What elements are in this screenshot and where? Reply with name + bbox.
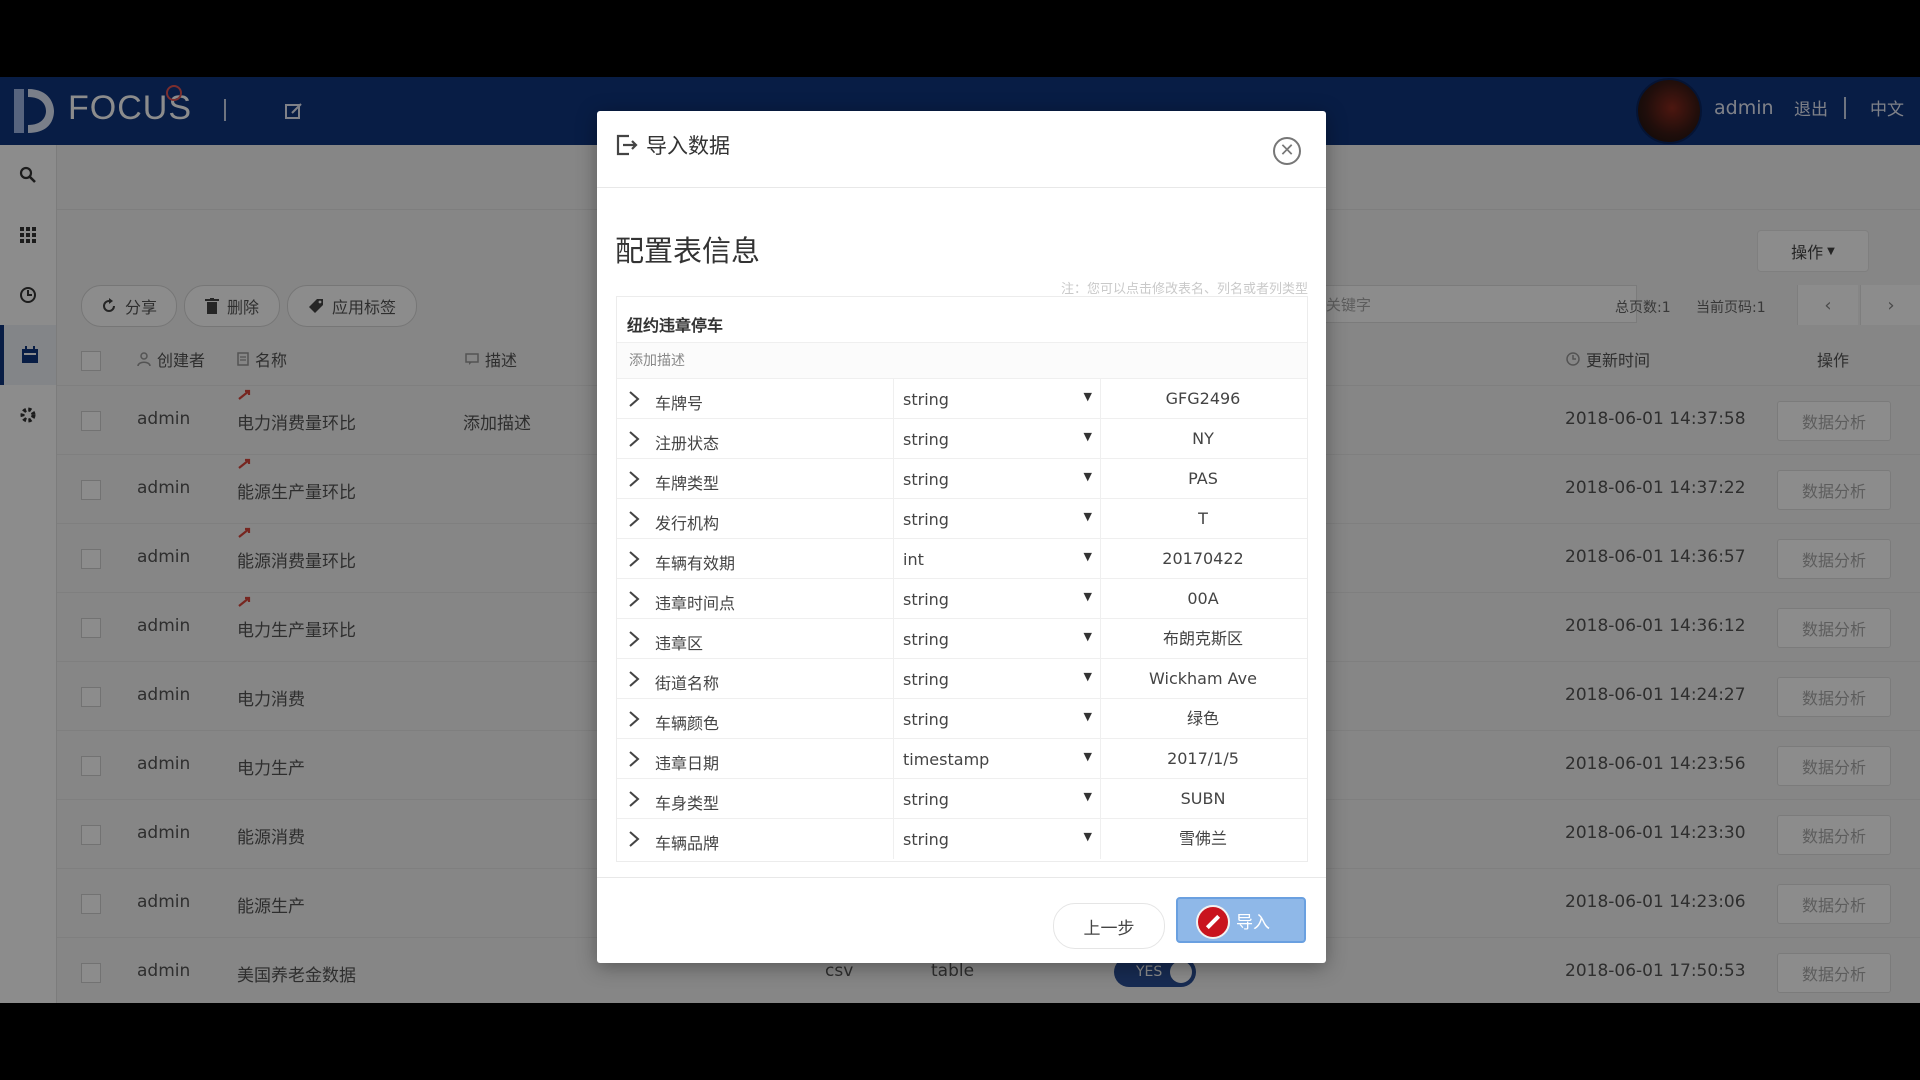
field-name[interactable]: 街道名称 <box>655 670 719 694</box>
field-type-value: string <box>903 390 949 409</box>
field-row: 车牌号 string ▼ GFG2496 <box>617 378 1307 419</box>
caret-down-icon: ▼ <box>1083 670 1092 683</box>
field-name[interactable]: 车牌类型 <box>655 470 719 494</box>
field-row: 发行机构 string ▼ T <box>617 498 1307 539</box>
edit-note: 注：您可以点击修改表名、列名或者列类型 <box>1060 282 1308 297</box>
import-data-modal: 导入数据 ✕ 配置表信息 注：您可以点击修改表名、列名或者列类型 纽约违章停车 … <box>597 111 1326 963</box>
field-sample: 20170422 <box>1162 549 1244 568</box>
chevron-right-icon[interactable] <box>625 788 643 810</box>
field-type-select[interactable]: string ▼ <box>893 499 1101 539</box>
field-row: 街道名称 string ▼ Wickham Ave <box>617 658 1307 699</box>
field-type-value: string <box>903 510 949 529</box>
chevron-right-icon[interactable] <box>625 548 643 570</box>
field-type-select[interactable]: string ▼ <box>893 459 1101 499</box>
field-name[interactable]: 车辆颜色 <box>655 710 719 734</box>
caret-down-icon: ▼ <box>1083 590 1092 603</box>
caret-down-icon: ▼ <box>1083 430 1092 443</box>
caret-down-icon: ▼ <box>1083 550 1092 563</box>
field-sample: SUBN <box>1180 789 1226 808</box>
chevron-right-icon[interactable] <box>625 708 643 730</box>
caret-down-icon: ▼ <box>1083 510 1092 523</box>
caret-down-icon: ▼ <box>1083 750 1092 763</box>
field-row: 违章日期 timestamp ▼ 2017/1/5 <box>617 738 1307 779</box>
field-name[interactable]: 车辆品牌 <box>655 830 719 854</box>
field-type-select[interactable]: string ▼ <box>893 659 1101 699</box>
chevron-right-icon[interactable] <box>625 628 643 650</box>
field-name[interactable]: 违章时间点 <box>655 590 735 614</box>
field-row: 车辆品牌 string ▼ 雪佛兰 <box>617 818 1307 859</box>
divider <box>597 877 1326 878</box>
field-row: 违章区 string ▼ 布朗克斯区 <box>617 618 1307 659</box>
field-name[interactable]: 车牌号 <box>655 390 703 414</box>
add-description-field[interactable]: 添加描述 <box>617 342 1307 378</box>
field-row: 车辆颜色 string ▼ 绿色 <box>617 698 1307 739</box>
field-type-value: string <box>903 430 949 449</box>
field-type-select[interactable]: string ▼ <box>893 779 1101 819</box>
field-row: 违章时间点 string ▼ 00A <box>617 578 1307 619</box>
field-type-value: string <box>903 710 949 729</box>
caret-down-icon: ▼ <box>1083 630 1092 643</box>
chevron-right-icon[interactable] <box>625 468 643 490</box>
caret-down-icon: ▼ <box>1083 390 1092 403</box>
field-sample: NY <box>1192 429 1214 448</box>
field-sample: 绿色 <box>1186 709 1219 728</box>
import-label: 导入 <box>1236 912 1270 933</box>
field-type-select[interactable]: string ▼ <box>893 379 1101 419</box>
caret-down-icon: ▼ <box>1083 470 1092 483</box>
field-sample: 布朗克斯区 <box>1162 629 1243 648</box>
field-type-select[interactable]: string ▼ <box>893 699 1101 739</box>
chevron-right-icon[interactable] <box>625 588 643 610</box>
section-title: 配置表信息 <box>615 234 761 268</box>
field-type-value: string <box>903 670 949 689</box>
import-button[interactable]: 导入 <box>1176 897 1306 943</box>
field-name[interactable]: 车辆有效期 <box>655 550 735 574</box>
field-type-value: string <box>903 830 949 849</box>
close-icon[interactable]: ✕ <box>1273 137 1301 165</box>
field-type-select[interactable]: int ▼ <box>893 539 1101 579</box>
chevron-right-icon[interactable] <box>625 668 643 690</box>
field-type-select[interactable]: timestamp ▼ <box>893 739 1101 779</box>
field-name[interactable]: 注册状态 <box>655 430 719 454</box>
chevron-right-icon[interactable] <box>625 428 643 450</box>
caret-down-icon: ▼ <box>1083 710 1092 723</box>
not-allowed-icon <box>1196 905 1230 939</box>
field-type-select[interactable]: string ▼ <box>893 419 1101 459</box>
modal-title: 导入数据 <box>646 134 730 158</box>
field-type-value: int <box>903 550 924 569</box>
table-name[interactable]: 纽约违章停车 <box>627 312 723 336</box>
field-type-value: string <box>903 470 949 489</box>
field-type-value: string <box>903 590 949 609</box>
import-icon <box>616 134 638 156</box>
field-row: 车身类型 string ▼ SUBN <box>617 778 1307 819</box>
field-sample: T <box>1198 509 1208 528</box>
field-sample: GFG2496 <box>1165 389 1241 408</box>
field-sample: PAS <box>1188 469 1218 488</box>
field-name[interactable]: 车身类型 <box>655 790 719 814</box>
field-type-select[interactable]: string ▼ <box>893 619 1101 659</box>
caret-down-icon: ▼ <box>1083 790 1092 803</box>
field-type-value: string <box>903 790 949 809</box>
field-sample: 00A <box>1187 589 1219 608</box>
modal-header: 导入数据 ✕ <box>597 111 1326 188</box>
field-sample: 雪佛兰 <box>1178 829 1227 848</box>
table-config: 纽约违章停车 添加描述 车牌号 string ▼ GFG2496 注册状态 str… <box>616 296 1308 862</box>
field-sample: 2017/1/5 <box>1167 749 1239 768</box>
caret-down-icon: ▼ <box>1083 830 1092 843</box>
chevron-right-icon[interactable] <box>625 828 643 850</box>
field-name[interactable]: 违章日期 <box>655 750 719 774</box>
field-row: 注册状态 string ▼ NY <box>617 418 1307 459</box>
previous-step-button[interactable]: 上一步 <box>1053 903 1165 949</box>
field-name[interactable]: 发行机构 <box>655 510 719 534</box>
chevron-right-icon[interactable] <box>625 748 643 770</box>
field-sample: Wickham Ave <box>1149 669 1257 688</box>
field-type-select[interactable]: string ▼ <box>893 819 1101 859</box>
field-row: 车辆有效期 int ▼ 20170422 <box>617 538 1307 579</box>
field-type-select[interactable]: string ▼ <box>893 579 1101 619</box>
chevron-right-icon[interactable] <box>625 508 643 530</box>
field-row: 车牌类型 string ▼ PAS <box>617 458 1307 499</box>
chevron-right-icon[interactable] <box>625 388 643 410</box>
field-type-value: string <box>903 630 949 649</box>
field-name[interactable]: 违章区 <box>655 630 703 654</box>
field-type-value: timestamp <box>903 750 990 769</box>
